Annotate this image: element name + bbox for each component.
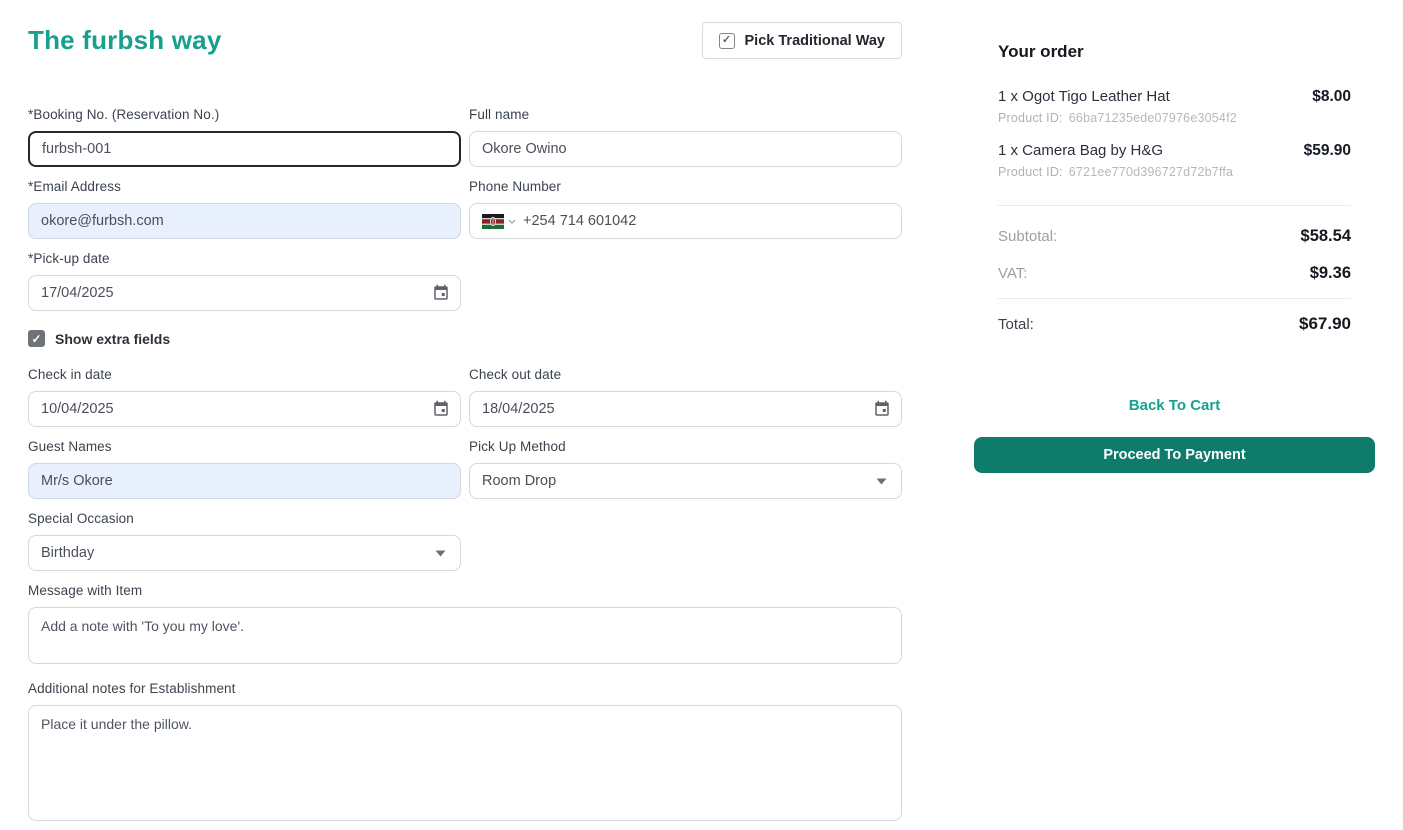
kenya-flag-icon (482, 214, 504, 229)
page-title: The furbsh way (28, 25, 222, 56)
order-item: 1 x Camera Bag by H&G $59.90 Product ID:… (998, 142, 1351, 179)
total-label: Total: (998, 316, 1034, 333)
phone-field (469, 203, 902, 239)
vat-row: VAT: $9.36 (998, 255, 1351, 292)
item-price: $8.00 (1312, 88, 1351, 106)
pickup-date-input[interactable] (28, 275, 461, 311)
show-extra-fields-checkbox[interactable]: ✓ Show extra fields (28, 330, 902, 347)
message-with-item-textarea[interactable]: Add a note with 'To you my love'. (28, 607, 902, 664)
product-id-line: Product ID: 66ba71235ede07976e3054f2 (998, 111, 1351, 125)
special-occasion-select[interactable]: Birthday (28, 535, 461, 571)
item-name: 1 x Ogot Tigo Leather Hat (998, 88, 1170, 105)
special-occasion-value: Birthday (41, 545, 94, 561)
subtotal-row: Subtotal: $58.54 (998, 218, 1351, 255)
item-name: 1 x Camera Bag by H&G (998, 142, 1163, 159)
checkbox-checked-icon: ✓ (719, 33, 735, 49)
pick-up-method-label: Pick Up Method (469, 439, 902, 454)
additional-notes-textarea[interactable]: Place it under the pillow. (28, 705, 902, 821)
pick-traditional-way-label: Pick Traditional Way (745, 33, 885, 49)
divider (998, 298, 1351, 299)
pickup-date-label: *Pick-up date (28, 251, 461, 266)
total-value: $67.90 (1299, 314, 1351, 334)
guest-names-label: Guest Names (28, 439, 461, 454)
calendar-icon[interactable] (432, 284, 450, 302)
email-label: *Email Address (28, 179, 461, 194)
booking-no-input[interactable] (28, 131, 461, 167)
calendar-icon[interactable] (873, 400, 891, 418)
pick-up-method-value: Room Drop (482, 473, 556, 489)
checkbox-checked-icon: ✓ (28, 330, 45, 347)
chevron-down-icon (435, 550, 446, 557)
guest-names-input[interactable] (28, 463, 461, 499)
back-to-cart-link[interactable]: Back To Cart (998, 397, 1351, 414)
checkout-form: The furbsh way ✓ Pick Traditional Way *B… (28, 22, 902, 826)
order-item: 1 x Ogot Tigo Leather Hat $8.00 Product … (998, 88, 1351, 125)
vat-value: $9.36 (1310, 264, 1351, 283)
show-extra-fields-label: Show extra fields (55, 331, 170, 347)
subtotal-value: $58.54 (1301, 227, 1351, 246)
divider (998, 205, 1351, 206)
additional-notes-label: Additional notes for Establishment (28, 681, 902, 696)
country-selector[interactable] (482, 214, 516, 229)
item-price: $59.90 (1304, 142, 1351, 160)
full-name-input[interactable] (469, 131, 902, 167)
chevron-down-icon (876, 478, 887, 485)
check-out-date-label: Check out date (469, 367, 902, 382)
order-title: Your order (998, 42, 1351, 62)
phone-input[interactable] (523, 213, 889, 229)
subtotal-label: Subtotal: (998, 228, 1057, 245)
message-with-item-label: Message with Item (28, 583, 902, 598)
check-in-date-label: Check in date (28, 367, 461, 382)
order-summary-panel: Your order 1 x Ogot Tigo Leather Hat $8.… (974, 42, 1375, 473)
vat-label: VAT: (998, 265, 1027, 282)
email-input[interactable] (28, 203, 461, 239)
product-id-label: Product ID: (998, 165, 1063, 179)
product-id-label: Product ID: (998, 111, 1063, 125)
form-header: The furbsh way ✓ Pick Traditional Way (28, 22, 902, 59)
product-id-line: Product ID: 6721ee770d396727d72b7ffa (998, 165, 1351, 179)
product-id-value: 6721ee770d396727d72b7ffa (1069, 165, 1233, 179)
total-row: Total: $67.90 (998, 305, 1351, 343)
pick-up-method-select[interactable]: Room Drop (469, 463, 902, 499)
product-id-value: 66ba71235ede07976e3054f2 (1069, 111, 1237, 125)
special-occasion-label: Special Occasion (28, 511, 461, 526)
booking-no-label: *Booking No. (Reservation No.) (28, 107, 461, 122)
phone-label: Phone Number (469, 179, 902, 194)
calendar-icon[interactable] (432, 400, 450, 418)
chevron-down-icon (508, 219, 516, 224)
check-in-date-input[interactable] (28, 391, 461, 427)
full-name-label: Full name (469, 107, 902, 122)
proceed-to-payment-button[interactable]: Proceed To Payment (974, 437, 1375, 473)
pick-traditional-way-button[interactable]: ✓ Pick Traditional Way (702, 22, 902, 59)
check-out-date-input[interactable] (469, 391, 902, 427)
